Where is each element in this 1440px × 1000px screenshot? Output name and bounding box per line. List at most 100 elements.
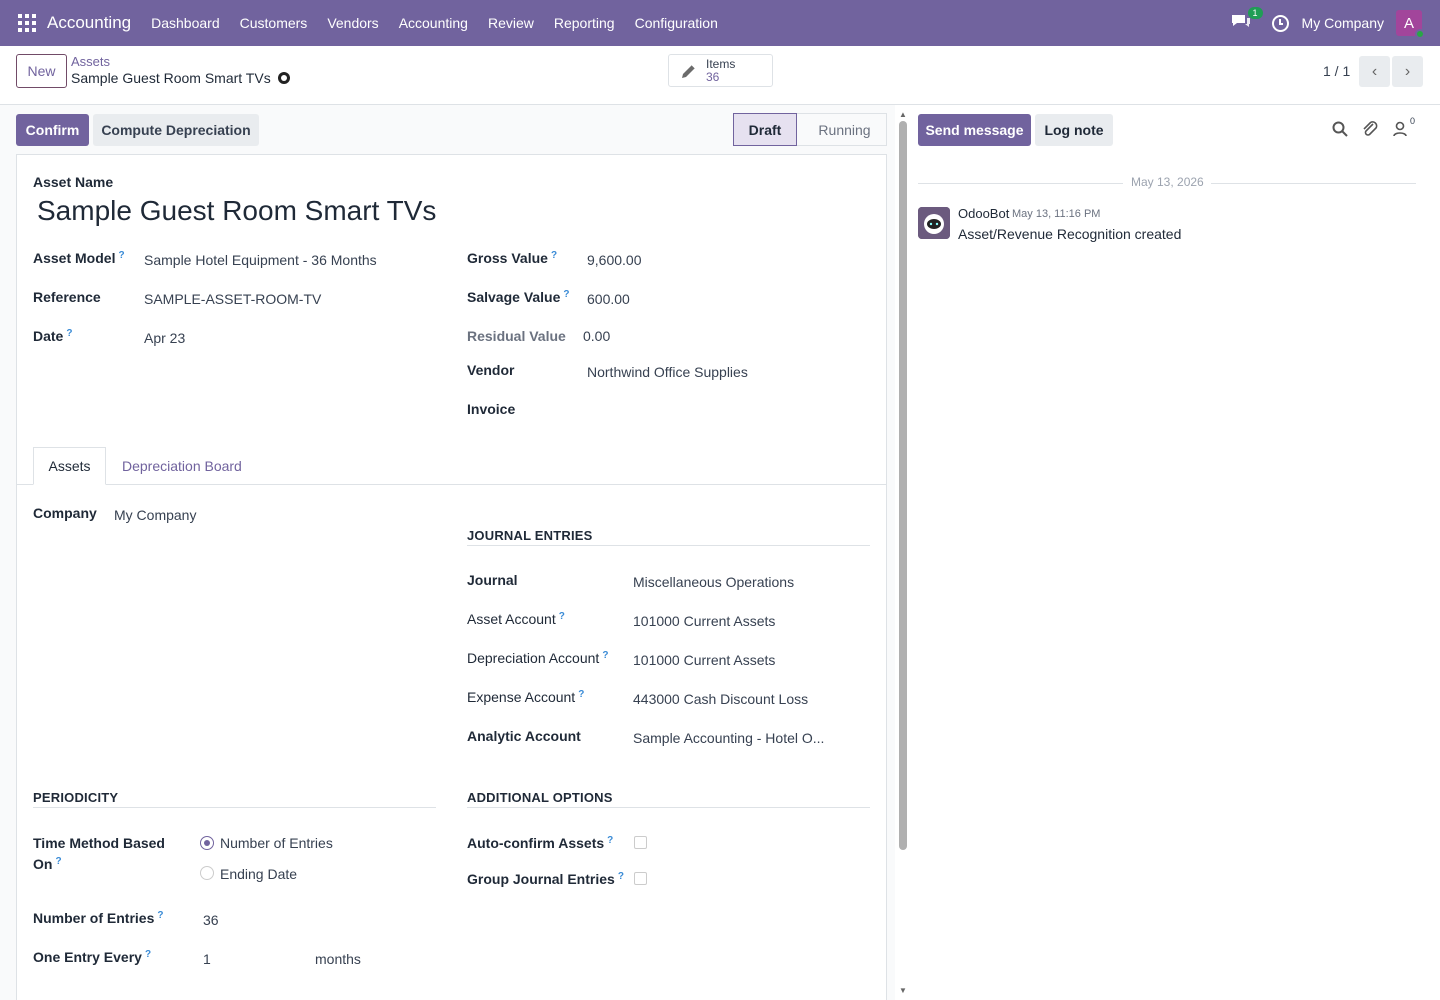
divider — [33, 807, 436, 808]
odoobot-avatar[interactable] — [918, 207, 950, 239]
radio-ending-date[interactable] — [200, 866, 214, 880]
asset-account-label-text: Asset Account — [467, 611, 556, 627]
journal-label: Journal — [467, 572, 518, 588]
send-message-button[interactable]: Send message — [918, 114, 1031, 146]
one-entry-every-field[interactable]: 1 — [203, 951, 211, 967]
notebook-tabs: Assets Depreciation Board — [17, 447, 886, 485]
radio-ending-date-label[interactable]: Ending Date — [220, 866, 297, 882]
period-unit-select[interactable]: months — [315, 951, 361, 967]
log-note-button[interactable]: Log note — [1035, 114, 1113, 146]
pencil-icon — [682, 64, 696, 78]
help-icon[interactable]: ? — [55, 856, 61, 867]
help-icon[interactable]: ? — [578, 689, 584, 700]
asset-name-label: Asset Name — [33, 174, 114, 190]
asset-account-label: Asset Account? — [467, 611, 565, 627]
menu-vendors[interactable]: Vendors — [317, 15, 388, 31]
breadcrumb: Assets Sample Guest Room Smart TVs — [71, 54, 290, 86]
pager-next-button[interactable]: › — [1392, 56, 1423, 87]
scrollbar-thumb[interactable] — [899, 121, 907, 850]
status-draft[interactable]: Draft — [733, 113, 797, 146]
auto-confirm-checkbox[interactable] — [634, 836, 647, 849]
status-running[interactable]: Running — [797, 113, 887, 146]
help-icon[interactable]: ? — [66, 328, 72, 339]
gross-value-label-text: Gross Value — [467, 250, 548, 266]
help-icon[interactable]: ? — [618, 871, 624, 882]
help-icon[interactable]: ? — [602, 650, 608, 661]
help-icon[interactable]: ? — [118, 250, 124, 261]
group-entries-checkbox[interactable] — [634, 872, 647, 885]
additional-options-title: ADDITIONAL OPTIONS — [467, 790, 613, 805]
help-icon[interactable]: ? — [559, 611, 565, 622]
asset-model-field[interactable]: Sample Hotel Equipment - 36 Months — [144, 252, 377, 268]
pager-prev-button[interactable]: ‹ — [1359, 56, 1390, 87]
salvage-value-field[interactable]: 600.00 — [587, 291, 630, 307]
help-icon[interactable]: ? — [551, 250, 557, 261]
residual-value-field: 0.00 — [583, 328, 611, 344]
divider — [467, 545, 870, 546]
depreciation-account-label: Depreciation Account? — [467, 650, 608, 666]
pager-value[interactable]: 1 / 1 — [1323, 63, 1350, 79]
vendor-field[interactable]: Northwind Office Supplies — [587, 364, 748, 380]
help-icon[interactable]: ? — [607, 835, 613, 846]
menu-review[interactable]: Review — [478, 15, 544, 31]
confirm-button[interactable]: Confirm — [16, 114, 89, 146]
reference-field[interactable]: SAMPLE-ASSET-ROOM-TV — [144, 291, 321, 307]
followers-button[interactable]: 0 — [1391, 116, 1415, 138]
date-label: Date? — [33, 328, 72, 344]
menu-accounting[interactable]: Accounting — [389, 15, 478, 31]
form-scrollbar[interactable]: ▲ ▼ — [897, 110, 909, 1000]
journal-entries-title: JOURNAL ENTRIES — [467, 528, 593, 543]
asset-model-label-text: Asset Model — [33, 250, 116, 266]
message-author[interactable]: OdooBot — [958, 206, 1009, 221]
salvage-value-label-text: Salvage Value — [467, 289, 561, 305]
radio-number-of-entries[interactable] — [200, 836, 214, 850]
menu-dashboard[interactable]: Dashboard — [141, 15, 230, 31]
invoice-field[interactable] — [587, 403, 867, 421]
message-body: Asset/Revenue Recognition created — [958, 226, 1182, 242]
company-field[interactable]: My Company — [114, 507, 196, 523]
menu-configuration[interactable]: Configuration — [625, 15, 728, 31]
company-switcher[interactable]: My Company — [1302, 15, 1384, 31]
gross-value-field[interactable]: 9,600.00 — [587, 252, 642, 268]
help-icon[interactable]: ? — [145, 949, 151, 960]
gross-value-label: Gross Value? — [467, 250, 557, 266]
radio-number-of-entries-label[interactable]: Number of Entries — [220, 835, 333, 851]
group-entries-label: Group Journal Entries? — [467, 871, 624, 887]
menu-reporting[interactable]: Reporting — [544, 15, 625, 31]
menu-customers[interactable]: Customers — [230, 15, 318, 31]
search-icon[interactable] — [1331, 120, 1349, 138]
date-field[interactable]: Apr 23 — [144, 330, 185, 346]
app-brand[interactable]: Accounting — [47, 13, 131, 33]
divider — [1211, 183, 1416, 184]
scroll-up-arrow-icon[interactable]: ▲ — [897, 110, 909, 120]
main-menu: Dashboard Customers Vendors Accounting R… — [141, 15, 728, 31]
asset-account-field[interactable]: 101000 Current Assets — [633, 613, 775, 629]
new-button[interactable]: New — [16, 54, 67, 88]
compute-depreciation-button[interactable]: Compute Depreciation — [93, 114, 259, 146]
help-icon[interactable]: ? — [157, 910, 163, 921]
form-view: Confirm Compute Depreciation Draft Runni… — [0, 105, 895, 1000]
expense-account-field[interactable]: 443000 Cash Discount Loss — [633, 691, 808, 707]
paperclip-icon[interactable] — [1361, 120, 1379, 138]
user-avatar[interactable]: A — [1396, 10, 1425, 39]
chat-bubbles-icon[interactable]: 1 — [1230, 7, 1263, 34]
gear-icon[interactable] — [277, 72, 290, 84]
breadcrumb-parent[interactable]: Assets — [71, 54, 290, 69]
presence-dot — [1415, 29, 1425, 39]
journal-field[interactable]: Miscellaneous Operations — [633, 574, 794, 590]
items-smart-button[interactable]: Items 36 — [668, 54, 773, 87]
clock-icon[interactable] — [1271, 14, 1289, 32]
asset-name-input[interactable]: Sample Guest Room Smart TVs — [37, 195, 436, 227]
tab-assets[interactable]: Assets — [33, 447, 106, 485]
apps-grid-icon[interactable] — [18, 14, 36, 32]
analytic-account-field[interactable]: Sample Accounting - Hotel O... — [633, 730, 824, 746]
tab-depreciation-board[interactable]: Depreciation Board — [122, 447, 242, 485]
scroll-down-arrow-icon[interactable]: ▼ — [897, 986, 909, 996]
help-icon[interactable]: ? — [563, 289, 569, 300]
items-label: Items — [706, 56, 736, 71]
breadcrumb-current: Sample Guest Room Smart TVs — [71, 70, 290, 86]
auto-confirm-label-text: Auto-confirm Assets — [467, 835, 605, 851]
message-time: May 13, 11:16 PM — [1012, 208, 1101, 220]
depreciation-account-field[interactable]: 101000 Current Assets — [633, 652, 775, 668]
number-of-entries-field[interactable]: 36 — [203, 912, 219, 928]
